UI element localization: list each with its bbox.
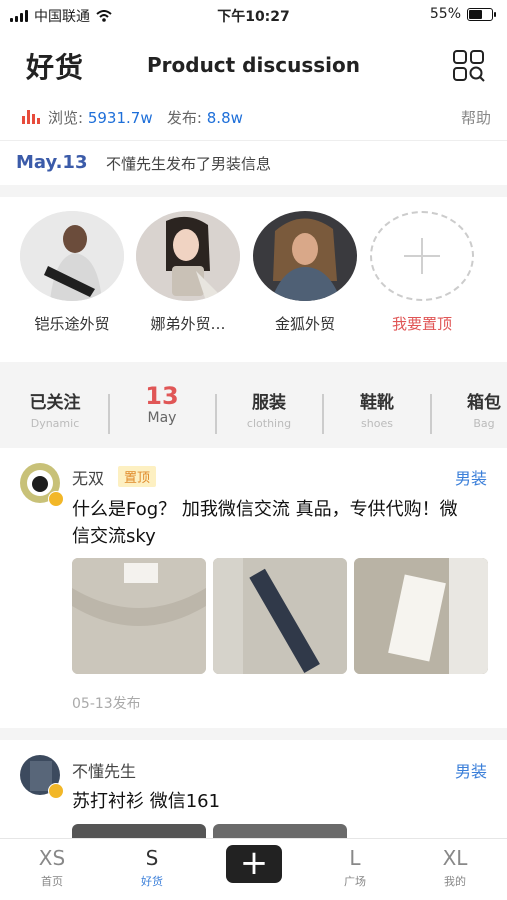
nav-goods[interactable]: S 好货 <box>117 845 187 889</box>
profile-icon: XL <box>442 846 468 870</box>
post-time: 05-13发布 <box>72 696 141 712</box>
post-category[interactable]: 男装 <box>455 465 487 489</box>
verified-badge-icon <box>48 491 64 507</box>
home-icon: XS <box>38 846 66 870</box>
section-gap <box>0 185 507 197</box>
store-item[interactable]: 铠乐途外贸 <box>17 211 127 334</box>
section-gap <box>0 362 507 372</box>
views-value: 5931.7w <box>87 109 153 127</box>
post-username[interactable]: 不懂先生 <box>72 758 136 782</box>
tab-following[interactable]: 已关注 Dynamic <box>20 388 90 430</box>
tab-divider <box>108 394 110 434</box>
notice-message: 不懂先生发布了男装信息 <box>106 155 272 173</box>
pinned-badge: 置顶 <box>118 466 157 487</box>
post-username[interactable]: 无双 <box>72 465 104 489</box>
post-card[interactable]: 不懂先生 男装 苏打衬衫 微信161 <box>0 740 507 844</box>
store-avatar <box>136 211 240 301</box>
tab-divider <box>215 394 217 434</box>
post-image[interactable] <box>72 558 206 674</box>
store-avatar <box>20 211 124 301</box>
store-item[interactable]: 金狐外贸 <box>250 211 360 334</box>
notice-bar[interactable]: May.13 不懂先生发布了男装信息 <box>0 140 507 185</box>
store-item[interactable]: 娜弟外贸… <box>133 211 243 334</box>
post-divider <box>0 728 507 740</box>
bar-chart-icon <box>22 110 40 124</box>
tab-bags[interactable]: 箱包 Bag <box>449 388 507 430</box>
tab-date[interactable]: 13 May <box>127 382 197 426</box>
tab-divider <box>322 394 324 434</box>
store-avatar <box>253 211 357 301</box>
help-link[interactable]: 帮助 <box>461 107 491 128</box>
post-text: 什么是Fog？ 加我微信交流 真品，专供代购！微信交流sky <box>72 499 458 547</box>
bottom-nav: XS 首页 S 好货 + L 广场 XL 我的 <box>0 838 507 900</box>
pin-to-top-label: 我要置顶 <box>391 315 452 333</box>
views-label: 浏览: <box>48 109 84 127</box>
avatar[interactable] <box>20 755 64 799</box>
battery-percent: 55% <box>429 6 461 22</box>
nav-profile[interactable]: XL 我的 <box>420 845 490 889</box>
post-image[interactable] <box>213 558 347 674</box>
avatar[interactable] <box>20 463 64 507</box>
stats-bar: 浏览: 5931.7w 发布: 8.8w 帮助 <box>0 100 507 136</box>
post-category[interactable]: 男装 <box>455 758 487 782</box>
verified-badge-icon <box>48 783 64 799</box>
nav-square[interactable]: L 广场 <box>320 845 390 889</box>
plus-icon <box>370 211 474 301</box>
post-card[interactable]: 无双 置顶 男装 什么是Fog？ 加我微信交流 真品，专供代购！微信交流sky … <box>0 448 507 738</box>
status-bar: 中国联通 下午10:27 55% <box>0 0 507 30</box>
goods-icon: S <box>145 846 159 870</box>
notice-date: May.13 <box>16 152 88 173</box>
square-icon: L <box>349 846 361 870</box>
tab-clothing[interactable]: 服装 clothing <box>234 388 304 430</box>
store-name: 铠乐途外贸 <box>34 315 110 333</box>
store-name: 金狐外贸 <box>274 315 335 333</box>
posts-value: 8.8w <box>206 109 243 127</box>
post-text: 苏打衬衫 微信161 <box>72 791 221 812</box>
publish-button[interactable]: + <box>226 845 282 883</box>
tab-shoes[interactable]: 鞋靴 shoes <box>342 388 412 430</box>
featured-stores: 铠乐途外贸 娜弟外贸… 金狐外贸 我要置顶 <box>0 197 507 362</box>
category-tabs: 已关注 Dynamic 13 May 服装 clothing 鞋靴 shoes … <box>0 372 507 448</box>
battery-icon <box>467 7 496 21</box>
pin-to-top-button[interactable]: 我要置顶 <box>367 211 477 334</box>
posts-label: 发布: <box>166 109 202 127</box>
post-image[interactable] <box>354 558 488 674</box>
page-title: Product discussion <box>146 53 360 77</box>
grid-search-icon[interactable] <box>451 48 487 84</box>
tab-divider <box>430 394 432 434</box>
app-header: 好货 Product discussion <box>0 38 507 94</box>
store-name: 娜弟外贸… <box>150 315 226 333</box>
nav-home[interactable]: XS 首页 <box>17 845 87 889</box>
